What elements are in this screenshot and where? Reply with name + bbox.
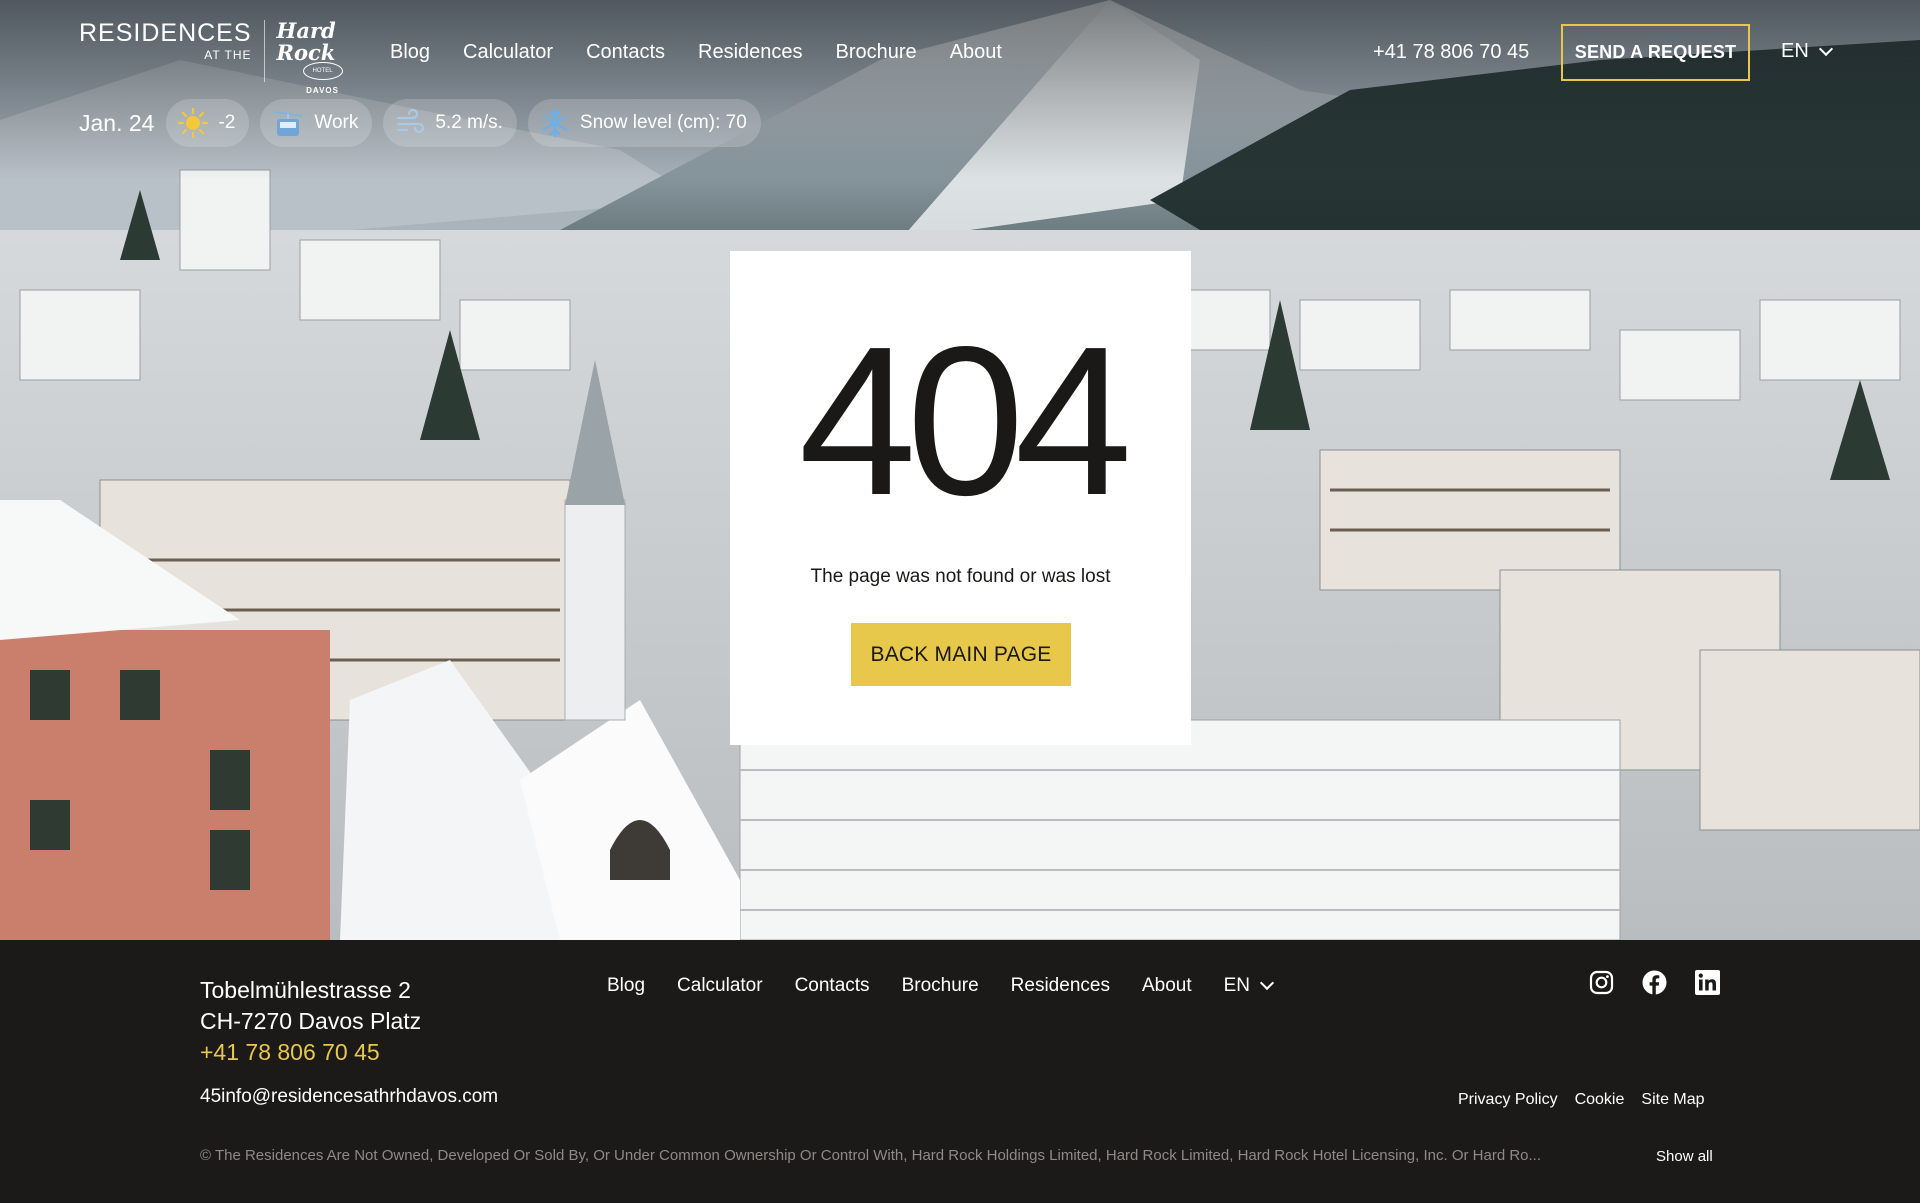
language-selector[interactable]: EN xyxy=(1781,40,1833,63)
weather-bar: Jan. 24 -2 Work 5.2 m/s. Snow level (cm)… xyxy=(79,99,772,147)
footer-nav-brochure[interactable]: Brochure xyxy=(902,975,979,997)
footer-nav: Blog Calculator Contacts Brochure Reside… xyxy=(607,975,1275,997)
logo-davos-text: DAVOS xyxy=(306,86,339,95)
copyright-text: © The Residences Are Not Owned, Develope… xyxy=(200,1147,1542,1164)
nav-residences[interactable]: Residences xyxy=(698,40,803,64)
logo-hotel-text: HOTEL xyxy=(312,68,333,74)
logo-hotel-ring: HOTEL xyxy=(302,62,343,80)
temperature-value: -2 xyxy=(218,112,236,133)
lift-status-pill: Work xyxy=(260,99,373,147)
address-line-2: CH-7270 Davos Platz xyxy=(200,1008,422,1034)
logo-hard-rock-text: Hard Rock xyxy=(276,18,336,65)
footer-nav-contacts[interactable]: Contacts xyxy=(795,975,870,997)
error-card: 404 The page was not found or was lost B… xyxy=(730,251,1191,745)
main-nav: Blog Calculator Contacts Residences Broc… xyxy=(390,40,1035,64)
lift-status-value: Work xyxy=(314,112,359,133)
temperature-pill: -2 xyxy=(166,99,250,147)
site-header: RESIDENCES AT THE Hard Rock HOTEL DAVOS … xyxy=(0,0,1920,100)
logo-residences-text: RESIDENCES xyxy=(79,19,252,47)
site-footer: Tobelmühlestrasse 2 CH-7270 Davos Platz … xyxy=(0,940,1920,1203)
footer-address: Tobelmühlestrasse 2 CH-7270 Davos Platz … xyxy=(200,975,421,1068)
logo-residences: RESIDENCES AT THE xyxy=(79,20,252,62)
footer-nav-about[interactable]: About xyxy=(1142,975,1192,997)
error-code: 404 xyxy=(798,302,1133,539)
language-label: EN xyxy=(1781,40,1809,62)
nav-contacts[interactable]: Contacts xyxy=(586,40,665,64)
send-request-button[interactable]: SEND A REQUEST xyxy=(1561,24,1750,81)
header-phone[interactable]: +41 78 806 70 45 xyxy=(1373,40,1529,64)
footer-nav-calculator[interactable]: Calculator xyxy=(677,975,763,997)
snow-value: Snow level (cm): 70 xyxy=(579,112,747,133)
footer-nav-residences[interactable]: Residences xyxy=(1011,975,1110,997)
site-map-link[interactable]: Site Map xyxy=(1641,1091,1704,1109)
cable-car-icon xyxy=(274,111,303,136)
back-main-page-button[interactable]: BACK MAIN PAGE xyxy=(851,623,1071,686)
logo-hard-rock: Hard Rock HOTEL DAVOS xyxy=(277,20,369,95)
footer-language-selector[interactable]: EN xyxy=(1223,975,1275,997)
weather-date: Jan. 24 xyxy=(79,109,155,136)
address-line-1: Tobelmühlestrasse 2 xyxy=(200,977,411,1003)
legal-links: Privacy Policy Cookie Site Map xyxy=(1458,1091,1705,1109)
social-links xyxy=(1589,970,1720,995)
nav-blog[interactable]: Blog xyxy=(390,40,430,64)
chevron-down-icon xyxy=(1818,41,1833,56)
footer-email[interactable]: 45info@residencesathrhdavos.com xyxy=(200,1086,498,1108)
site-logo[interactable]: RESIDENCES AT THE Hard Rock HOTEL DAVOS xyxy=(79,20,369,95)
facebook-icon[interactable] xyxy=(1642,970,1667,995)
nav-brochure[interactable]: Brochure xyxy=(836,40,917,64)
cookie-link[interactable]: Cookie xyxy=(1575,1091,1625,1109)
footer-phone[interactable]: +41 78 806 70 45 xyxy=(200,1037,421,1068)
wind-value: 5.2 m/s. xyxy=(435,112,503,133)
instagram-icon[interactable] xyxy=(1589,970,1614,995)
footer-nav-blog[interactable]: Blog xyxy=(607,975,645,997)
privacy-policy-link[interactable]: Privacy Policy xyxy=(1458,1091,1558,1109)
logo-at-the-text: AT THE xyxy=(204,48,252,62)
sun-icon xyxy=(178,108,209,138)
error-message: The page was not found or was lost xyxy=(810,566,1111,587)
snowflake-icon xyxy=(542,108,568,138)
logo-divider xyxy=(263,20,265,82)
footer-language-label: EN xyxy=(1223,975,1251,996)
wind-pill: 5.2 m/s. xyxy=(383,99,517,147)
chevron-down-icon xyxy=(1259,975,1275,991)
show-all-link[interactable]: Show all xyxy=(1656,1148,1713,1165)
linkedin-icon[interactable] xyxy=(1695,970,1720,995)
nav-about[interactable]: About xyxy=(950,40,1002,64)
snow-pill: Snow level (cm): 70 xyxy=(527,99,761,147)
wind-icon xyxy=(397,108,425,134)
nav-calculator[interactable]: Calculator xyxy=(463,40,553,64)
